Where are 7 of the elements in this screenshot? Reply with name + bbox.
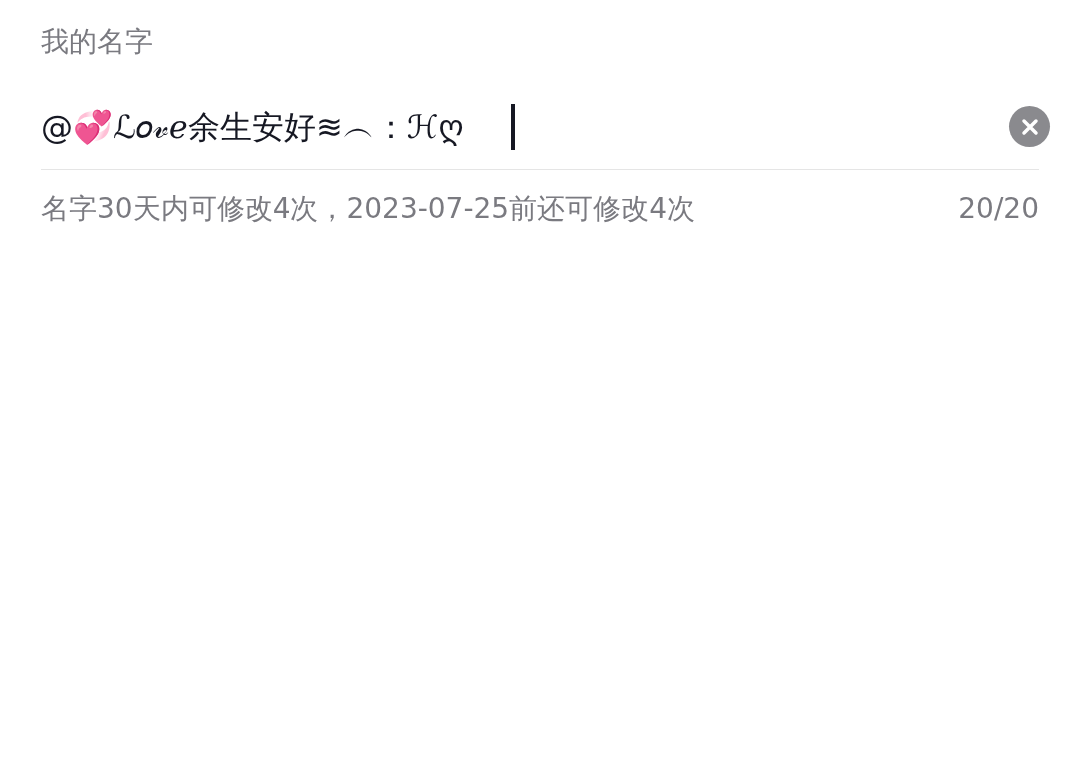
text-cursor [511,103,515,150]
close-icon [1020,117,1039,136]
edit-limit-hint: 名字30天内可修改4次，2023-07-25前还可修改4次 [41,191,695,227]
field-label: 我的名字 [41,24,154,60]
character-counter: 20/20 [958,191,1039,227]
clear-button[interactable] [1009,106,1050,147]
name-input[interactable]: @💞ℒ𝑜𝓋ℯ余生安好≋︵：ℋღ [41,102,511,151]
